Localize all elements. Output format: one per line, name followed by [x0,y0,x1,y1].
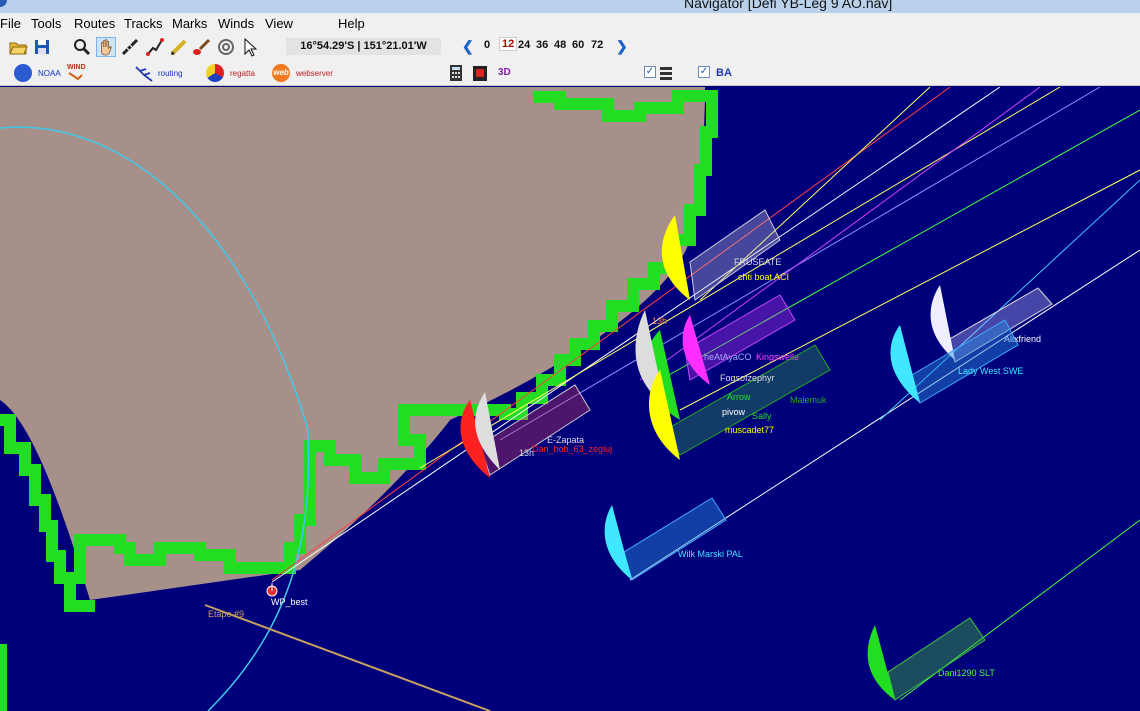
window-title: Navigator [Defi YB-Leg 9 AO.nav] [684,0,893,11]
boat-label: Dani1290 SLT [938,668,995,678]
boat-label: muscadet77 [725,425,774,435]
boat-wilk-marski[interactable]: Wilk Marski PAL [604,497,743,581]
hour-48[interactable]: 48 [554,39,566,51]
app-icon[interactable] [0,0,7,7]
boat-label: Wilk Marski PAL [678,549,743,559]
menu-routes[interactable]: Routes [74,16,115,31]
time-forward-arrow-icon[interactable]: ❯ [616,38,628,55]
hour-24[interactable]: 24 [518,39,530,51]
target-icon[interactable] [216,37,236,57]
ruler-icon[interactable] [120,37,140,57]
hour-12-selected[interactable]: 12 [499,37,518,51]
boat-label: Fogsofzephyr [720,373,775,383]
time-mark-label: 13h [652,316,667,326]
web-icon[interactable]: web [272,64,290,82]
waypoint-label: WP_best [271,597,308,607]
waypoint-marker[interactable] [266,583,278,597]
ba-checkbox[interactable]: ✓ [698,66,710,78]
regatta-label[interactable]: regatta [230,69,255,78]
leg-line [204,604,491,711]
ba-label[interactable]: BA [716,67,732,79]
time-mark-label: 13h [519,448,534,458]
save-icon[interactable] [32,37,52,57]
boat-dani1290[interactable]: Dani1290 SLT [867,617,996,701]
boat-label: Arrow [727,392,751,402]
noaa-icon[interactable] [14,64,32,82]
leg-label: Etape #9 [208,609,244,619]
regatta-icon[interactable] [206,64,224,82]
boat-label: Lady West SWE [958,366,1023,376]
boat-label: Malemuk [790,395,827,405]
secondary-toolbar: NOAA WIND routing regatta web webserver … [0,60,1140,86]
boat-lady-west[interactable]: Lady West SWE [890,319,1023,404]
boat-label: heAtAyaCO [704,352,751,362]
menu-bar: File Tools Routes Tracks Marks Winds Vie… [0,13,1140,34]
time-back-arrow-icon[interactable]: ❮ [462,38,474,55]
hour-0[interactable]: 0 [484,39,490,51]
3d-button[interactable]: 3D [498,67,511,78]
noaa-label[interactable]: NOAA [38,69,61,78]
brush-icon[interactable] [192,37,212,57]
hour-36[interactable]: 36 [536,39,548,51]
chart-map[interactable]: FRUSEATE chti boat ACI heAtAyaCO Kingswe… [0,87,1140,711]
calculator-icon[interactable] [446,63,466,83]
wind-arrow-icon[interactable] [68,71,84,81]
pan-hand-icon[interactable] [96,37,116,57]
zoom-icon[interactable] [72,37,92,57]
pencil-icon[interactable] [169,37,189,57]
menu-file[interactable]: File [0,16,21,31]
webserver-label[interactable]: webserver [296,69,333,78]
routing-label[interactable]: routing [158,69,182,78]
pointer-icon[interactable] [240,37,260,57]
main-toolbar: 16°54.29'S | 151°21.01'W ❮ 0 12 24 36 48… [0,34,1140,60]
route-icon[interactable] [145,37,165,57]
menu-winds[interactable]: Winds [218,16,254,31]
wind-label[interactable]: WIND [67,64,86,71]
boat-label-chti-boat: chti boat ACI [738,272,789,282]
routing-icon[interactable] [134,63,154,83]
menu-view[interactable]: View [265,16,293,31]
boat-label: Sally [752,411,772,421]
menu-help[interactable]: Help [338,16,365,31]
layers-checkbox[interactable]: ✓ [644,66,656,78]
boat-label: FRUSEATE [734,257,781,267]
open-folder-icon[interactable] [8,37,28,57]
hour-72[interactable]: 72 [591,39,603,51]
layers-icon[interactable] [658,65,674,81]
menu-tools[interactable]: Tools [31,16,61,31]
hour-60[interactable]: 60 [572,39,584,51]
film-icon[interactable] [470,63,490,83]
menu-tracks[interactable]: Tracks [124,16,163,31]
coordinates-display: 16°54.29'S | 151°21.01'W [286,38,441,55]
menu-marks[interactable]: Marks [172,16,207,31]
boat-label: pivow [722,407,746,417]
title-bar: Navigator [Defi YB-Leg 9 AO.nav] [0,0,1140,13]
boat-label: Dan_bob_63_zegluj [532,444,612,454]
